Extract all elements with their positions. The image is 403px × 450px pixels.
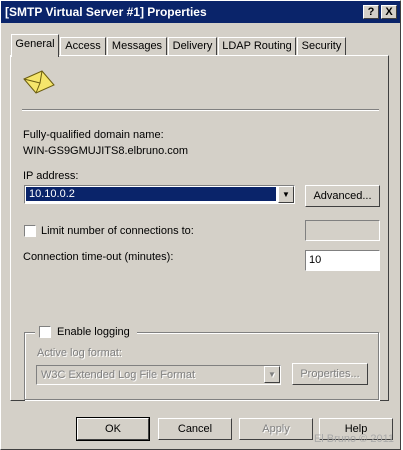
tab-access-label: Access [65,40,101,52]
tab-ldap-routing[interactable]: LDAP Routing [218,37,296,55]
properties-dialog: [SMTP Virtual Server #1] Properties ? X … [0,0,401,450]
log-properties-button[interactable]: Properties... [292,363,368,385]
separator-top [22,109,379,111]
window-title: [SMTP Virtual Server #1] Properties [5,5,207,19]
timeout-label: Connection time-out (minutes): [23,251,174,263]
tab-delivery-label: Delivery [172,40,213,52]
close-title-button[interactable]: X [381,5,397,19]
log-format-value: W3C Extended Log File Format [41,369,196,381]
limit-connections-label: Limit number of connections to: [41,225,194,237]
help-title-button[interactable]: ? [363,5,379,19]
envelope-icon [23,70,55,94]
tab-security-label: Security [301,40,342,52]
tab-delivery[interactable]: Delivery [168,37,217,55]
cancel-button[interactable]: Cancel [158,418,232,440]
tab-ldap-routing-label: LDAP Routing [222,40,292,52]
logging-header: Enable logging [35,325,137,339]
limit-connections-checkbox[interactable] [24,225,36,237]
advanced-button[interactable]: Advanced... [305,185,380,207]
log-format-select[interactable]: W3C Extended Log File Format ▼ [36,365,281,385]
tab-messages[interactable]: Messages [107,37,167,55]
tab-access[interactable]: Access [60,37,106,55]
ip-address-select[interactable]: 10.10.0.2 ▼ [24,185,295,204]
tab-strip: General Access Messages Delivery LDAP Ro… [1,31,400,57]
chevron-down-icon[interactable]: ▼ [264,366,280,383]
tab-general[interactable]: General [11,34,59,57]
enable-logging-checkbox[interactable] [39,326,51,338]
tab-general-label: General [15,38,55,50]
fqdn-label: Fully-qualified domain name: [23,129,164,141]
enable-logging-label: Enable logging [57,326,130,338]
timeout-input[interactable]: 10 [305,250,380,271]
title-bar[interactable]: [SMTP Virtual Server #1] Properties ? X [1,1,400,23]
apply-button[interactable]: Apply [239,418,313,440]
log-format-label: Active log format: [37,347,122,359]
fqdn-value: WIN-GS9GMUJITS8.elbruno.com [23,145,189,157]
chevron-down-icon[interactable]: ▼ [278,186,294,203]
limit-connections-input[interactable] [305,220,380,241]
ip-address-label: IP address: [23,170,79,182]
ip-address-value: 10.10.0.2 [26,187,276,201]
ok-button[interactable]: OK [76,417,150,441]
watermark: El Bruno © 2011 [313,433,394,445]
tab-security[interactable]: Security [297,37,346,55]
tab-messages-label: Messages [111,40,163,52]
